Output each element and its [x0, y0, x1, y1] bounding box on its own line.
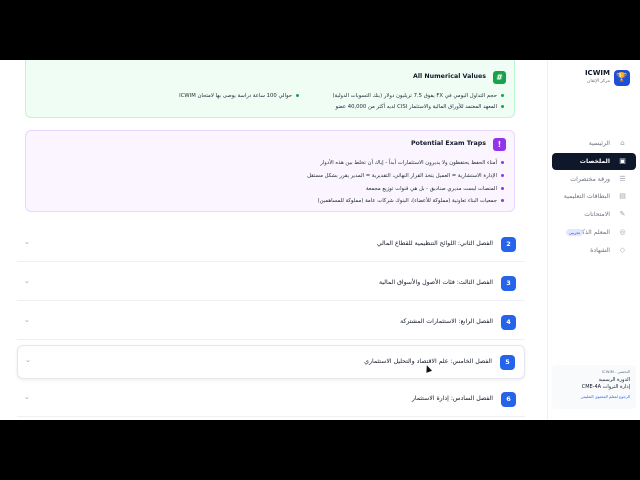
chapter-number: 2	[501, 237, 516, 252]
sidebar-item-ai-tutor[interactable]: ◎ المعلم الذكي تجريبي	[552, 224, 636, 241]
exam-traps-panel: ! Potential Exam Traps أمناء الحفظ يحتفظ…	[25, 130, 515, 212]
chapter-number: 3	[501, 276, 516, 291]
numerical-item: حجم التداول اليومي في FX يفوق 7.5 تريليو…	[332, 93, 504, 99]
sidebar-item-label: ورقة مختصرات	[570, 175, 610, 183]
course-info-card: التحضير - ICWIM الدورة الرسمية إدارة الث…	[552, 365, 636, 409]
book-icon: ▣	[619, 156, 626, 165]
chapter-row-6[interactable]: 6 الفصل السادس: إدارة الاستثمار ⌄	[17, 383, 525, 417]
chapter-number: 5	[500, 355, 515, 370]
sidebar-item-summaries[interactable]: ▣ الملخصات	[552, 152, 636, 170]
brand-name: ICWIM	[584, 69, 610, 77]
numerical-values-panel: # All Numerical Values حجم التداول اليوم…	[25, 60, 515, 118]
list-icon: ☰	[619, 174, 626, 183]
sidebar-item-flashcards[interactable]: ▤ البطاقات التعليمية	[552, 188, 636, 205]
trap-item: الإدارة الاستشارية = العميل يتخذ القرار …	[307, 173, 504, 179]
trap-item: أمناء الحفظ يحتفظون ولا يديرون الاستثمار…	[320, 160, 504, 166]
numerical-values-title: All Numerical Values	[412, 73, 486, 80]
chevron-down-icon[interactable]: ⌄	[24, 277, 30, 285]
chapter-title: الفصل الرابع: الاستثمارات المشتركة	[400, 318, 493, 325]
brand[interactable]: 🏆 ICWIM مركز الإتقان	[554, 68, 636, 90]
cards-icon: ▤	[619, 192, 626, 201]
chapter-title: الفصل الثاني: اللوائح التنظيمية للقطاع ا…	[376, 240, 493, 247]
sidebar-item-label: الرئيسية	[588, 140, 610, 147]
app-screen: # All Numerical Values حجم التداول اليوم…	[0, 60, 640, 420]
course-link[interactable]: الرجوع لمعلم المحتوى التعليمي	[558, 394, 630, 399]
chevron-down-icon[interactable]: ⌄	[24, 238, 30, 246]
chapter-number: 4	[501, 315, 516, 330]
hash-icon: #	[493, 71, 506, 84]
numerical-item: حوالي 100 ساعة دراسة يوصى بها لامتحان IC…	[179, 93, 299, 99]
chapter-title: الفصل الثالث: فئات الأصول والأسواق المال…	[378, 279, 493, 286]
course-prep-label: التحضير - ICWIM	[601, 369, 630, 374]
brand-subtitle: مركز الإتقان	[587, 79, 610, 84]
chapter-row-4[interactable]: 4 الفصل الرابع: الاستثمارات المشتركة ⌄	[17, 306, 525, 340]
course-code: إدارة الثروات CME-4A	[581, 384, 630, 390]
sidebar-nav: ⌂ الرئيسية ▣ الملخصات ☰ ورقة مختصرات ▤ ا…	[552, 135, 636, 260]
chevron-down-icon[interactable]: ⌄	[24, 393, 30, 401]
trap-item: جمعيات البناء تعاونية (مملوكة للأعضاء)، …	[318, 198, 504, 204]
certificate-icon: ◇	[619, 245, 626, 254]
sidebar-item-exams[interactable]: ✎ الامتحانات	[552, 206, 636, 223]
warning-icon: !	[493, 138, 506, 151]
sidebar-item-label: الملخصات	[579, 157, 610, 165]
brain-icon: ◎	[619, 227, 626, 236]
trap-item: المنصات ليست مديري صناديق - بل هي قنوات …	[366, 186, 504, 192]
sidebar: 🏆 ICWIM مركز الإتقان ⌂ الرئيسية ▣ الملخص…	[547, 60, 640, 420]
trophy-icon: 🏆	[614, 70, 630, 86]
pencil-icon: ✎	[619, 210, 626, 219]
chapter-title: الفصل السادس: إدارة الاستثمار	[411, 395, 493, 402]
course-name: الدورة الرسمية	[598, 377, 630, 383]
sidebar-item-certificate[interactable]: ◇ الشهادة	[552, 242, 636, 259]
sidebar-item-label: البطاقات التعليمية	[563, 193, 610, 201]
exam-traps-title: Potential Exam Traps	[410, 140, 486, 147]
chapter-row-3[interactable]: 3 الفصل الثالث: فئات الأصول والأسواق الم…	[17, 267, 525, 301]
home-icon: ⌂	[620, 139, 625, 147]
beta-badge: تجريبي	[566, 228, 583, 236]
sidebar-item-cheatsheet[interactable]: ☰ ورقة مختصرات	[552, 171, 636, 188]
sidebar-item-label: الشهادة	[590, 246, 610, 254]
sidebar-item-home[interactable]: ⌂ الرئيسية	[552, 135, 636, 152]
chapter-number: 6	[501, 392, 516, 407]
chevron-down-icon[interactable]: ⌄	[25, 356, 31, 364]
sidebar-item-label: الامتحانات	[584, 211, 610, 219]
numerical-item: المعهد المعتمد للأوراق المالية والاستثما…	[336, 104, 504, 110]
chevron-down-icon[interactable]: ⌄	[24, 316, 30, 324]
chapter-row-2[interactable]: 2 الفصل الثاني: اللوائح التنظيمية للقطاع…	[17, 228, 525, 262]
chapter-row-5[interactable]: 5 الفصل الخامس: علم الاقتصاد والتحليل ال…	[17, 345, 525, 379]
main-content: # All Numerical Values حجم التداول اليوم…	[0, 60, 547, 420]
